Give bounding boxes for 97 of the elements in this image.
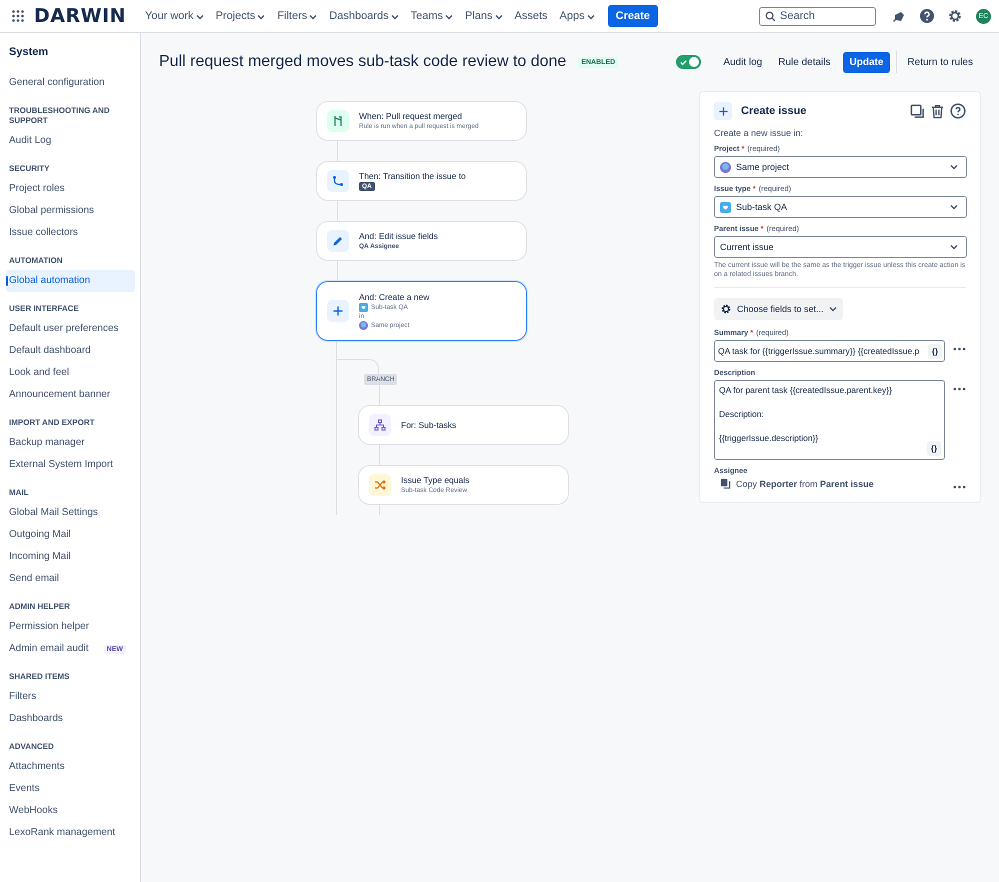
shuffle-icon	[374, 479, 386, 491]
sidebar-heading: TROUBLESHOOTING AND SUPPORT	[8, 105, 111, 127]
sidebar-item[interactable]: Project roles	[6, 178, 135, 200]
sidebar-heading: ADMIN HELPER	[8, 601, 71, 613]
copy-icon[interactable]	[910, 104, 925, 118]
rule-component-card[interactable]: For: Sub-tasks	[358, 405, 569, 445]
sidebar-item[interactable]: Look and feel	[6, 362, 135, 384]
project-avatar-icon	[720, 162, 731, 172]
sidebar-item[interactable]: Filters	[6, 686, 135, 708]
sidebar-item[interactable]: Outgoing Mail	[6, 524, 135, 546]
branch-merge-icon	[332, 115, 344, 127]
app-switcher-icon[interactable]	[12, 10, 24, 22]
search-icon	[765, 10, 776, 22]
assignee-value: Copy Reporter from Parent issue	[736, 478, 874, 488]
nav-menu[interactable]: Filters	[272, 6, 322, 26]
card-title: Then: Transition the issue to	[359, 171, 466, 182]
sidebar-item[interactable]: WebHooks	[6, 800, 135, 822]
sidebar-item[interactable]: Default dashboard	[6, 340, 135, 362]
choose-fields-button[interactable]: Choose fields to set...	[714, 298, 843, 320]
card-title: Issue Type equals	[401, 475, 470, 486]
sidebar-heading: ADVANCED	[8, 741, 55, 753]
sidebar-item[interactable]: External System Import	[6, 454, 135, 476]
header-link-button[interactable]: Rule details	[770, 52, 838, 72]
rule-title: Pull request merged moves sub-task code review to done	[159, 53, 566, 71]
chevron-down-icon	[828, 305, 837, 313]
panel-title: Create issue	[741, 105, 806, 117]
smart-value-button[interactable]: {}	[926, 441, 942, 456]
chevron-down-icon	[950, 163, 958, 171]
sidebar-item[interactable]: General configuration	[6, 72, 135, 94]
logo[interactable]: DARWIN	[34, 5, 126, 27]
sidebar-item[interactable]: Global permissions	[6, 200, 135, 222]
plus-icon	[718, 106, 728, 116]
sidebar-heading: AUTOMATION	[8, 255, 64, 267]
subtask-icon	[359, 303, 368, 312]
more-icon[interactable]	[953, 347, 966, 351]
nav-menu[interactable]: Plans	[460, 6, 508, 26]
help-icon[interactable]	[950, 103, 966, 119]
hierarchy-icon	[374, 419, 386, 431]
description-field[interactable]: QA for parent task {{createdIssue.parent.key}} Description: {{triggerIssue.description}} {}	[714, 380, 946, 460]
sidebar-heading: USER INTERFACE	[8, 303, 80, 315]
create-button[interactable]: Create	[608, 5, 658, 27]
nav-menu[interactable]: Apps	[554, 6, 600, 26]
nav-menu[interactable]: Projects	[210, 6, 270, 26]
sidebar-item[interactable]: Announcement banner	[6, 384, 135, 406]
project-avatar-icon	[359, 321, 368, 330]
more-icon[interactable]	[953, 485, 966, 489]
sidebar-heading: MAIL	[8, 487, 30, 499]
select-field[interactable]: Same project	[714, 156, 967, 178]
sidebar-heading: SECURITY	[8, 163, 50, 175]
settings-icon[interactable]	[947, 8, 963, 24]
sidebar-item[interactable]: Global Mail Settings	[6, 502, 135, 524]
sidebar-item[interactable]: Attachments	[6, 756, 135, 778]
delete-icon[interactable]	[930, 104, 945, 118]
card-title: When: Pull request merged	[359, 111, 462, 122]
sidebar-item[interactable]: Incoming Mail	[6, 546, 135, 568]
panel-intro: Create a new issue in:	[714, 128, 804, 138]
header-link-button[interactable]: Return to rules	[899, 52, 981, 72]
enable-toggle[interactable]	[676, 55, 702, 69]
nav-menu[interactable]: Assets	[510, 6, 553, 26]
sidebar-item[interactable]: Send email	[6, 568, 135, 590]
sidebar-item[interactable]: Global automation	[6, 270, 135, 292]
sidebar-item[interactable]: Dashboards	[6, 708, 135, 730]
card-title: And: Create a new	[359, 292, 430, 303]
sidebar-item[interactable]: Permission helper	[6, 616, 135, 638]
smart-value-button[interactable]: {}	[928, 344, 942, 358]
header-link-button[interactable]: Audit log	[715, 52, 770, 72]
sidebar-title: System	[8, 46, 50, 60]
sidebar-heading: IMPORT AND EXPORT	[8, 417, 96, 429]
nav-menu[interactable]: Teams	[406, 6, 458, 26]
copy-icon	[720, 478, 731, 489]
plus-icon	[332, 305, 344, 317]
pencil-icon	[332, 235, 344, 247]
sidebar-heading: SHARED ITEMS	[8, 671, 70, 683]
select-field[interactable]: Current issue	[714, 236, 967, 258]
chevron-down-icon	[950, 243, 958, 251]
select-field[interactable]: Sub-task QA	[714, 196, 967, 218]
card-title: For: Sub-tasks	[401, 420, 456, 430]
chevron-down-icon	[950, 203, 958, 211]
transition-icon	[332, 175, 344, 187]
sidebar-item[interactable]: Events	[6, 778, 135, 800]
sidebar-item[interactable]: Admin email audit	[6, 638, 104, 660]
more-icon[interactable]	[953, 387, 966, 391]
subtask-icon	[720, 202, 731, 212]
check-icon	[679, 58, 688, 66]
help-icon[interactable]	[919, 8, 935, 24]
nav-menu[interactable]: Dashboards	[324, 6, 404, 26]
update-button[interactable]: Update	[842, 52, 890, 72]
gear-icon	[720, 303, 732, 315]
sidebar-item[interactable]: Issue collectors	[6, 222, 135, 244]
sidebar-item[interactable]: LexoRank management	[6, 822, 135, 844]
sidebar-item[interactable]: Audit Log	[6, 130, 135, 152]
nav-menu[interactable]: Your work	[140, 6, 209, 26]
search-field[interactable]: Search	[759, 6, 876, 26]
card-title: And: Edit issue fields	[359, 231, 438, 242]
summary-field[interactable]: QA task for {{triggerIssue.summary}} {{createdIssue.p {}	[714, 340, 946, 362]
sidebar-item[interactable]: Default user preferences	[6, 318, 135, 340]
sidebar-item[interactable]: Backup manager	[6, 432, 135, 454]
